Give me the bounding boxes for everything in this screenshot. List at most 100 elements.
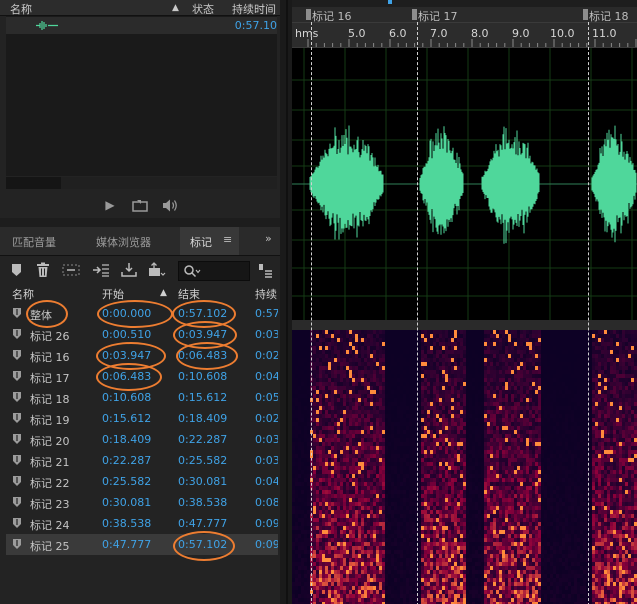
table-row[interactable]: 标记 21 0:22.287 0:25.582 0:03 — [6, 450, 278, 471]
tab-markers[interactable]: 标记 — [190, 234, 212, 250]
marker-icon — [13, 329, 21, 339]
marker-name[interactable]: 标记 16 — [30, 349, 70, 365]
marker-18-label[interactable]: 标记 18 — [589, 8, 629, 24]
export-selected-icon[interactable] — [120, 262, 138, 278]
marker-duration[interactable]: 0:57 — [255, 307, 278, 320]
delete-icon[interactable] — [34, 262, 52, 278]
panel-menu-icon[interactable]: ≡ — [223, 233, 232, 246]
table-row[interactable]: 标记 19 0:15.612 0:18.409 0:02 — [6, 408, 278, 429]
column-duration-header[interactable]: 持续时间 — [232, 1, 276, 17]
panel-tab-bar: 匹配音量 媒体浏览器 标记 ≡ » — [0, 227, 280, 256]
marker-end[interactable]: 0:10.608 — [178, 370, 227, 383]
marker-duration[interactable]: 0:04 — [255, 475, 278, 488]
marker-name[interactable]: 标记 21 — [30, 454, 70, 470]
overflow-chevron-icon[interactable]: » — [265, 232, 272, 245]
marker-start[interactable]: 0:00.510 — [102, 328, 151, 341]
marker-duration[interactable]: 0:04 — [255, 370, 278, 383]
file-row[interactable]: 0:57.10 — [6, 17, 277, 34]
insert-into-playlist-icon[interactable] — [92, 262, 110, 278]
marker-name[interactable]: 标记 17 — [30, 370, 70, 386]
marker-start[interactable]: 0:18.409 — [102, 433, 151, 446]
marker-icon — [13, 392, 21, 402]
marker-duration[interactable]: 0:02 — [255, 412, 278, 425]
marker-name[interactable]: 标记 23 — [30, 496, 70, 512]
marker-duration[interactable]: 0:03 — [255, 328, 278, 341]
marker-start[interactable]: 0:25.582 — [102, 475, 151, 488]
column-name-header[interactable]: 名称 — [12, 286, 34, 302]
table-row[interactable]: 标记 18 0:10.608 0:15.612 0:05 — [6, 387, 278, 408]
add-marker-icon[interactable] — [8, 262, 26, 278]
sort-up-icon[interactable]: ▲ — [172, 3, 179, 13]
table-row[interactable]: 标记 23 0:30.081 0:38.538 0:08 — [6, 492, 278, 513]
marker-icon — [13, 455, 21, 465]
table-row[interactable]: 标记 20 0:18.409 0:22.287 0:03 — [6, 429, 278, 450]
horizontal-scrollbar[interactable] — [6, 177, 277, 189]
marker-end[interactable]: 0:18.409 — [178, 412, 227, 425]
marker-name[interactable]: 标记 20 — [30, 433, 70, 449]
marker-icon — [13, 518, 21, 528]
files-header: 名称 ▲ 状态 持续时间 — [0, 0, 280, 16]
speaker-icon[interactable] — [162, 198, 180, 213]
marker-end[interactable]: 0:25.582 — [178, 454, 227, 467]
tab-match-loudness[interactable]: 匹配音量 — [12, 234, 56, 250]
markers-toolbar — [0, 256, 280, 284]
marker-18-line[interactable] — [588, 22, 589, 604]
file-duration: 0:57.10 — [234, 19, 277, 32]
marker-end[interactable]: 0:30.081 — [178, 475, 227, 488]
spectral-frequency-display[interactable] — [292, 330, 637, 604]
overview-strip[interactable] — [292, 0, 637, 7]
marker-17-label[interactable]: 标记 17 — [418, 8, 458, 24]
marker-start[interactable]: 0:22.287 — [102, 454, 151, 467]
marker-end[interactable]: 0:22.287 — [178, 433, 227, 446]
marker-duration[interactable]: 0:09 — [255, 538, 278, 551]
marker-duration[interactable]: 0:03 — [255, 433, 278, 446]
filter-icon[interactable] — [256, 262, 274, 278]
marker-16-flag[interactable] — [306, 9, 311, 20]
column-name-header[interactable]: 名称 — [10, 1, 32, 17]
marker-name[interactable]: 标记 25 — [30, 538, 70, 554]
marker-duration[interactable]: 0:08 — [255, 496, 278, 509]
marker-start[interactable]: 0:38.538 — [102, 517, 151, 530]
marker-duration[interactable]: 0:09 — [255, 517, 278, 530]
marker-17-flag[interactable] — [412, 9, 417, 20]
marker-start[interactable]: 0:10.608 — [102, 391, 151, 404]
marker-end[interactable]: 0:15.612 — [178, 391, 227, 404]
markers-table-header: 名称 开始 ▲ 结束 持续 — [6, 286, 278, 302]
column-start-header[interactable]: 开始 — [102, 286, 124, 302]
annotation-circle — [176, 342, 238, 370]
markers-table-body: 整体 0:00.000 0:57.102 0:57 标记 26 0:00.510 0:03.… — [6, 300, 278, 561]
marker-start[interactable]: 0:30.081 — [102, 496, 151, 509]
marker-duration[interactable]: 0:03 — [255, 454, 278, 467]
tab-media-browser[interactable]: 媒体浏览器 — [96, 234, 151, 250]
column-status-header[interactable]: 状态 — [192, 1, 214, 17]
marker-16-line[interactable] — [311, 22, 312, 604]
marker-duration[interactable]: 0:05 — [255, 391, 278, 404]
column-duration-header[interactable]: 持续 — [255, 286, 277, 302]
sort-up-icon[interactable]: ▲ — [160, 288, 167, 298]
play-icon[interactable]: ▶ — [104, 198, 116, 212]
table-row[interactable]: 标记 24 0:38.538 0:47.777 0:09 — [6, 513, 278, 534]
marker-name[interactable]: 标记 19 — [30, 412, 70, 428]
marker-18-flag[interactable] — [583, 9, 588, 20]
merge-markers-icon[interactable] — [62, 262, 80, 278]
marker-duration[interactable]: 0:02 — [255, 349, 278, 362]
marker-end[interactable]: 0:38.538 — [178, 496, 227, 509]
marker-end[interactable]: 0:47.777 — [178, 517, 227, 530]
marker-start[interactable]: 0:47.777 — [102, 538, 151, 551]
table-row[interactable]: 标记 22 0:25.582 0:30.081 0:04 — [6, 471, 278, 492]
waveform-display[interactable] — [292, 48, 637, 320]
marker-name[interactable]: 标记 26 — [30, 328, 70, 344]
batch-export-icon[interactable] — [148, 262, 166, 278]
loop-icon[interactable] — [132, 199, 148, 212]
search-input[interactable] — [178, 261, 250, 281]
marker-17-line[interactable] — [417, 22, 418, 604]
time-ruler[interactable]: hms 5.0 6.0 7.0 8.0 9.0 10.0 11.0 — [292, 23, 637, 48]
marker-icon — [13, 350, 21, 360]
marker-16-label[interactable]: 标记 16 — [312, 8, 352, 24]
marker-start[interactable]: 0:15.612 — [102, 412, 151, 425]
marker-name[interactable]: 标记 24 — [30, 517, 70, 533]
marker-name[interactable]: 标记 18 — [30, 391, 70, 407]
waveform-spectral-splitter[interactable] — [292, 320, 637, 330]
table-row[interactable]: 标记 25 0:47.777 0:57.102 0:09 — [6, 534, 278, 555]
marker-name[interactable]: 标记 22 — [30, 475, 70, 491]
